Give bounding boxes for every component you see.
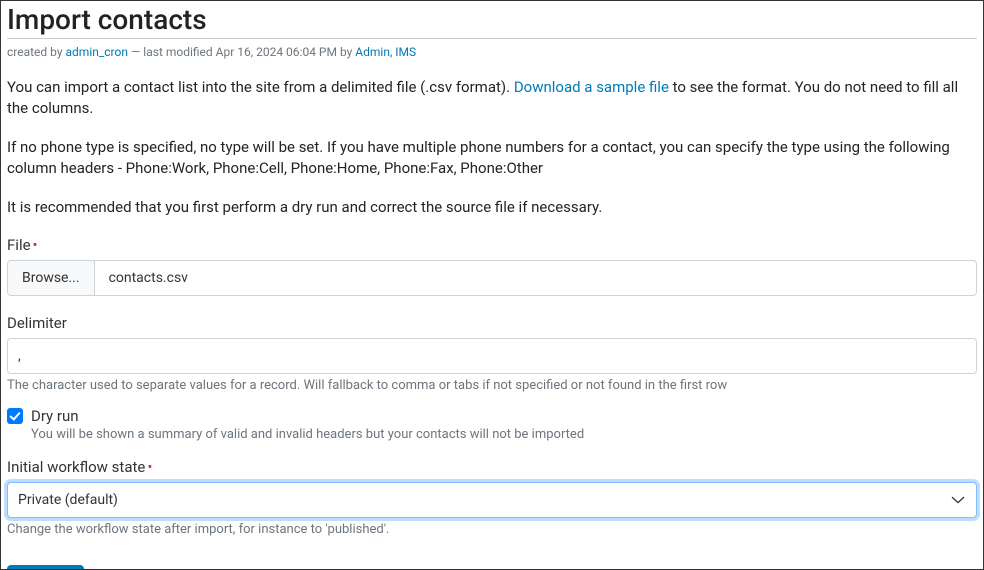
delimiter-help: The character used to separate values fo… <box>7 378 977 393</box>
byline-creator-link[interactable]: admin_cron <box>66 45 128 59</box>
workflow-label-text: Initial workflow state <box>7 458 145 476</box>
workflow-label: Initial workflow state• <box>7 458 977 476</box>
dry-run-label: Dry run <box>31 407 79 425</box>
file-name-display: contacts.csv <box>95 261 976 295</box>
byline-modified-date: Apr 16, 2024 06:04 PM <box>216 45 337 59</box>
file-label-text: File <box>7 236 31 254</box>
byline-mid: — last modified <box>128 45 216 59</box>
dry-run-row: Dry run <box>7 407 977 425</box>
page-title: Import contacts <box>7 3 977 39</box>
workflow-select-wrap: Private (default) <box>7 482 977 518</box>
file-input-group: Browse... contacts.csv <box>7 260 977 296</box>
import-button[interactable]: Import <box>7 565 84 570</box>
workflow-selected-value: Private (default) <box>18 492 118 508</box>
required-icon: • <box>33 236 38 254</box>
delimiter-label: Delimiter <box>7 314 977 332</box>
submit-row: Import <box>7 565 977 570</box>
workflow-select[interactable]: Private (default) <box>7 482 977 518</box>
download-sample-link[interactable]: Download a sample file <box>514 78 669 96</box>
intro-text-1a: You can import a contact list into the s… <box>7 78 514 96</box>
intro-paragraph-1: You can import a contact list into the s… <box>7 77 977 119</box>
byline: created by admin_cron — last modified Ap… <box>7 45 977 59</box>
byline-modifier-link[interactable]: Admin, IMS <box>355 45 416 59</box>
required-icon: • <box>147 458 152 476</box>
intro-paragraph-3: It is recommended that you first perform… <box>7 197 977 218</box>
browse-button[interactable]: Browse... <box>8 261 95 295</box>
byline-created-prefix: created by <box>7 45 66 59</box>
import-contacts-page: Import contacts created by admin_cron — … <box>0 0 984 570</box>
dry-run-checkbox[interactable] <box>7 408 23 424</box>
byline-by: by <box>337 45 355 59</box>
workflow-help: Change the workflow state after import, … <box>7 522 977 537</box>
intro-paragraph-2: If no phone type is specified, no type w… <box>7 137 977 179</box>
dry-run-help: You will be shown a summary of valid and… <box>31 427 977 442</box>
delimiter-input[interactable] <box>7 338 977 374</box>
file-label: File• <box>7 236 977 254</box>
